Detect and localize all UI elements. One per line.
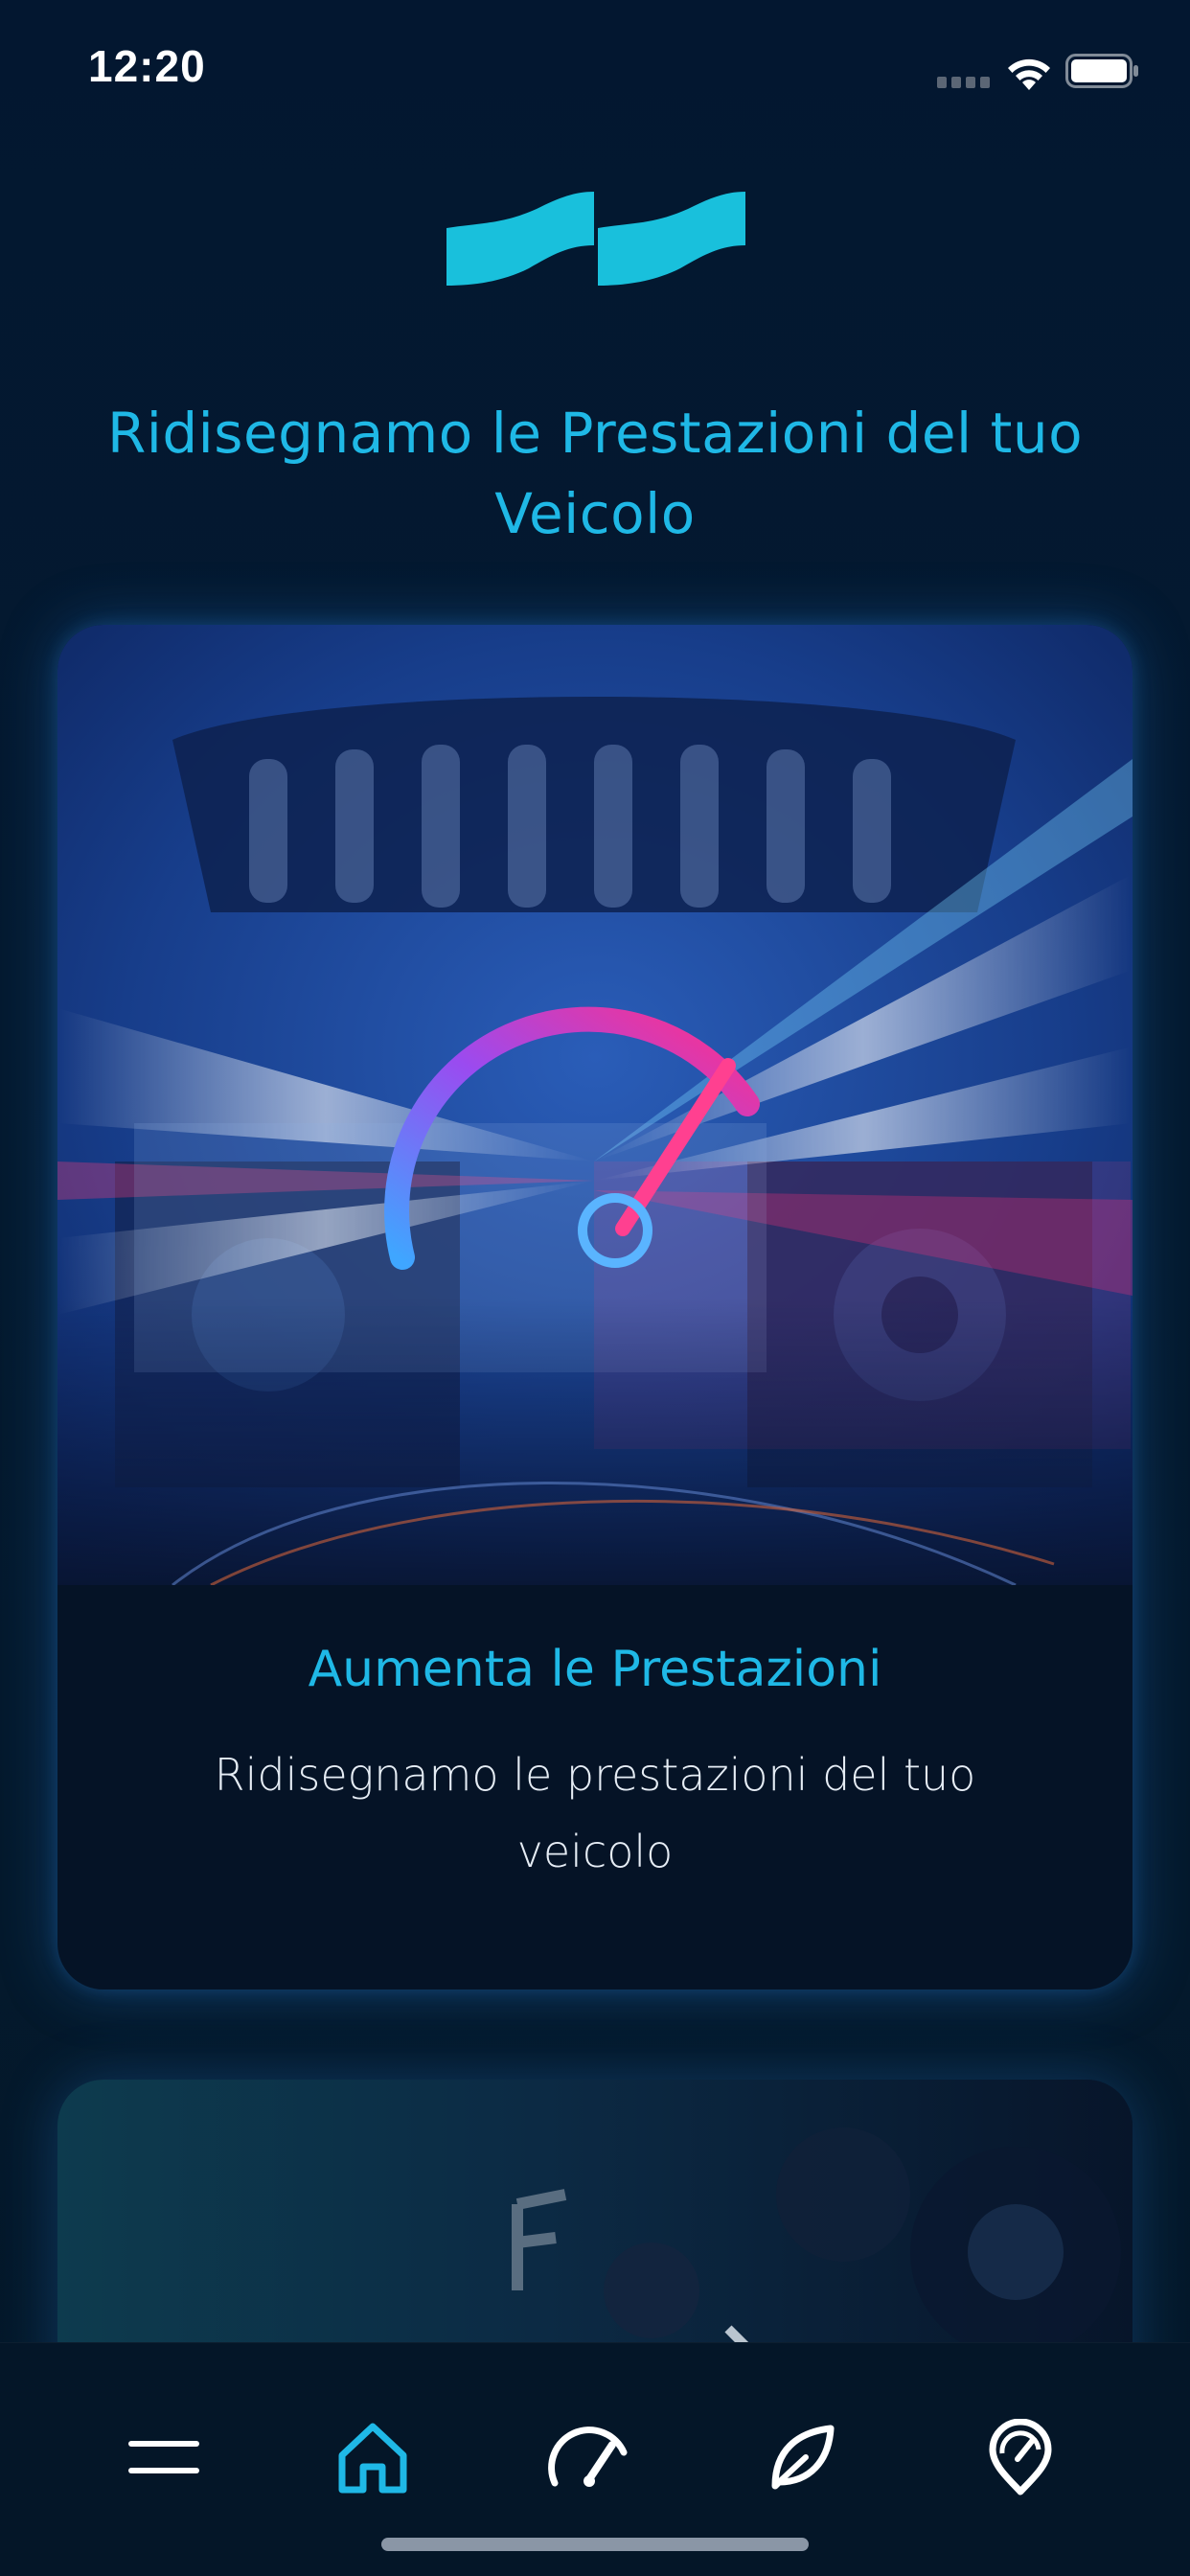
card-description: Ridisegnamo le prestazioni del tuo veico… xyxy=(214,1749,976,1877)
tab-eco[interactable] xyxy=(749,2404,855,2510)
app-screen: 12:20 Ridisegnamo le Prestazioni del tuo… xyxy=(0,0,1190,2576)
status-time: 12:20 xyxy=(88,41,206,91)
cellular-signal-icon xyxy=(937,77,990,88)
feature-card-performance[interactable]: Aumenta le Prestazioni Ridisegnamo le pr… xyxy=(57,625,1133,1990)
page-headline: Ridisegnamo le Prestazioni del tuo Veico… xyxy=(106,401,1084,546)
leaf-icon xyxy=(771,2425,835,2490)
home-indicator[interactable] xyxy=(381,2538,809,2551)
home-icon xyxy=(338,2423,407,2494)
battery-icon xyxy=(1065,54,1138,88)
tab-home[interactable] xyxy=(320,2404,425,2510)
tab-menu[interactable] xyxy=(111,2404,217,2510)
status-bar: 12:20 xyxy=(0,0,1190,134)
speedometer-icon xyxy=(548,2426,628,2487)
map-pin-gauge-icon xyxy=(989,2419,1052,2496)
tab-locator[interactable] xyxy=(968,2404,1073,2510)
engine-speedometer-image xyxy=(57,625,1133,1585)
hamburger-menu-icon xyxy=(128,2441,199,2473)
tab-performance[interactable] xyxy=(537,2404,642,2510)
card-title: Aumenta le Prestazioni xyxy=(308,1641,882,1698)
wifi-icon xyxy=(1008,58,1050,90)
wave-logo-icon xyxy=(446,192,745,286)
